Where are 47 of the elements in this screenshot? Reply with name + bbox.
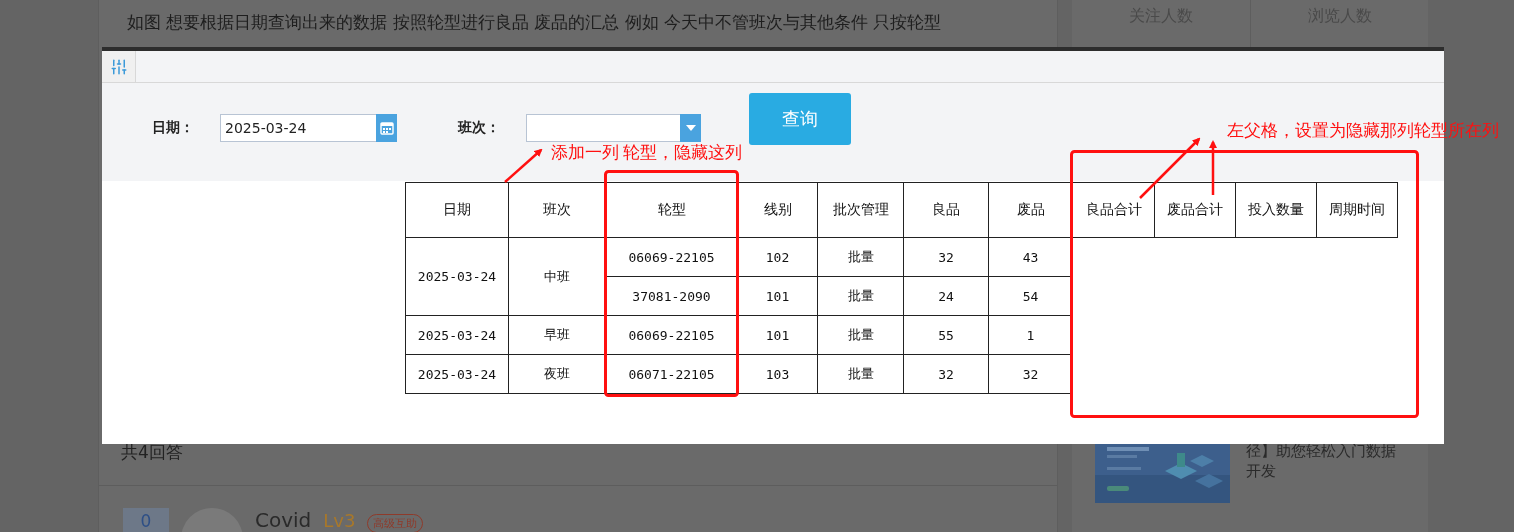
query-button[interactable]: 查询 (749, 93, 851, 145)
promo-text[interactable]: 径】助您轻松入门数据 (1246, 441, 1396, 461)
column-header: 废品 (988, 182, 1073, 238)
user-level: Lv3 (323, 510, 356, 531)
sliders-icon (109, 57, 128, 76)
annotation-text: 添加一列 轮型，隐藏这列 (551, 142, 743, 164)
caret-icon[interactable] (685, 125, 696, 131)
column-header: 废品合计 (1154, 182, 1236, 238)
arrow (504, 148, 543, 183)
dropdown-button[interactable] (680, 114, 701, 142)
table-cell: 55 (903, 315, 989, 355)
shift-select[interactable] (526, 114, 680, 142)
table-cell: 102 (737, 237, 818, 277)
column-header: 批次管理 (817, 182, 904, 238)
filter-label: 日期： (152, 119, 195, 137)
question-text: 如图 想要根据日期查询出来的数据 按照轮型进行良品 废品的汇总 例如 今天中不管班次与其他条件 只按轮型 (127, 11, 942, 34)
table-cell: 32 (903, 237, 989, 277)
column-header: 良品 (903, 182, 989, 238)
calendar-button[interactable] (376, 114, 397, 142)
table-cell: 103 (737, 354, 818, 394)
table-cell: 2025-03-24 (405, 354, 509, 394)
date-field[interactable]: 2025-03-24 (220, 114, 376, 142)
table-cell: 101 (737, 276, 818, 316)
promo-text[interactable]: 开发 (1246, 461, 1396, 481)
column-header: 周期时间 (1316, 182, 1398, 238)
settings-tab[interactable] (102, 51, 136, 82)
table-cell: 24 (903, 276, 989, 316)
column-header: 线别 (737, 182, 818, 238)
column-header: 日期 (405, 182, 509, 238)
vote-count[interactable]: 0 (123, 508, 169, 532)
column-header: 良品合计 (1072, 182, 1155, 238)
table-cell: 2025-03-24 (405, 237, 509, 316)
table-cell: 批量 (817, 237, 904, 277)
table-cell: 批量 (817, 315, 904, 355)
author-name[interactable]: Covid (255, 508, 312, 532)
filter-label: 班次： (458, 119, 501, 137)
arrow (1209, 140, 1217, 195)
table-cell: 101 (737, 315, 818, 355)
table-cell: 32 (903, 354, 989, 394)
calendar-icon[interactable] (379, 121, 394, 135)
column-header: 投入数量 (1235, 182, 1317, 238)
table-cell: 批量 (817, 354, 904, 394)
column-header: 班次 (508, 182, 606, 238)
column-header: 轮型 (605, 182, 738, 238)
table-cell: 批量 (817, 276, 904, 316)
arrow (1139, 137, 1201, 199)
table-cell: 2025-03-24 (405, 315, 509, 355)
